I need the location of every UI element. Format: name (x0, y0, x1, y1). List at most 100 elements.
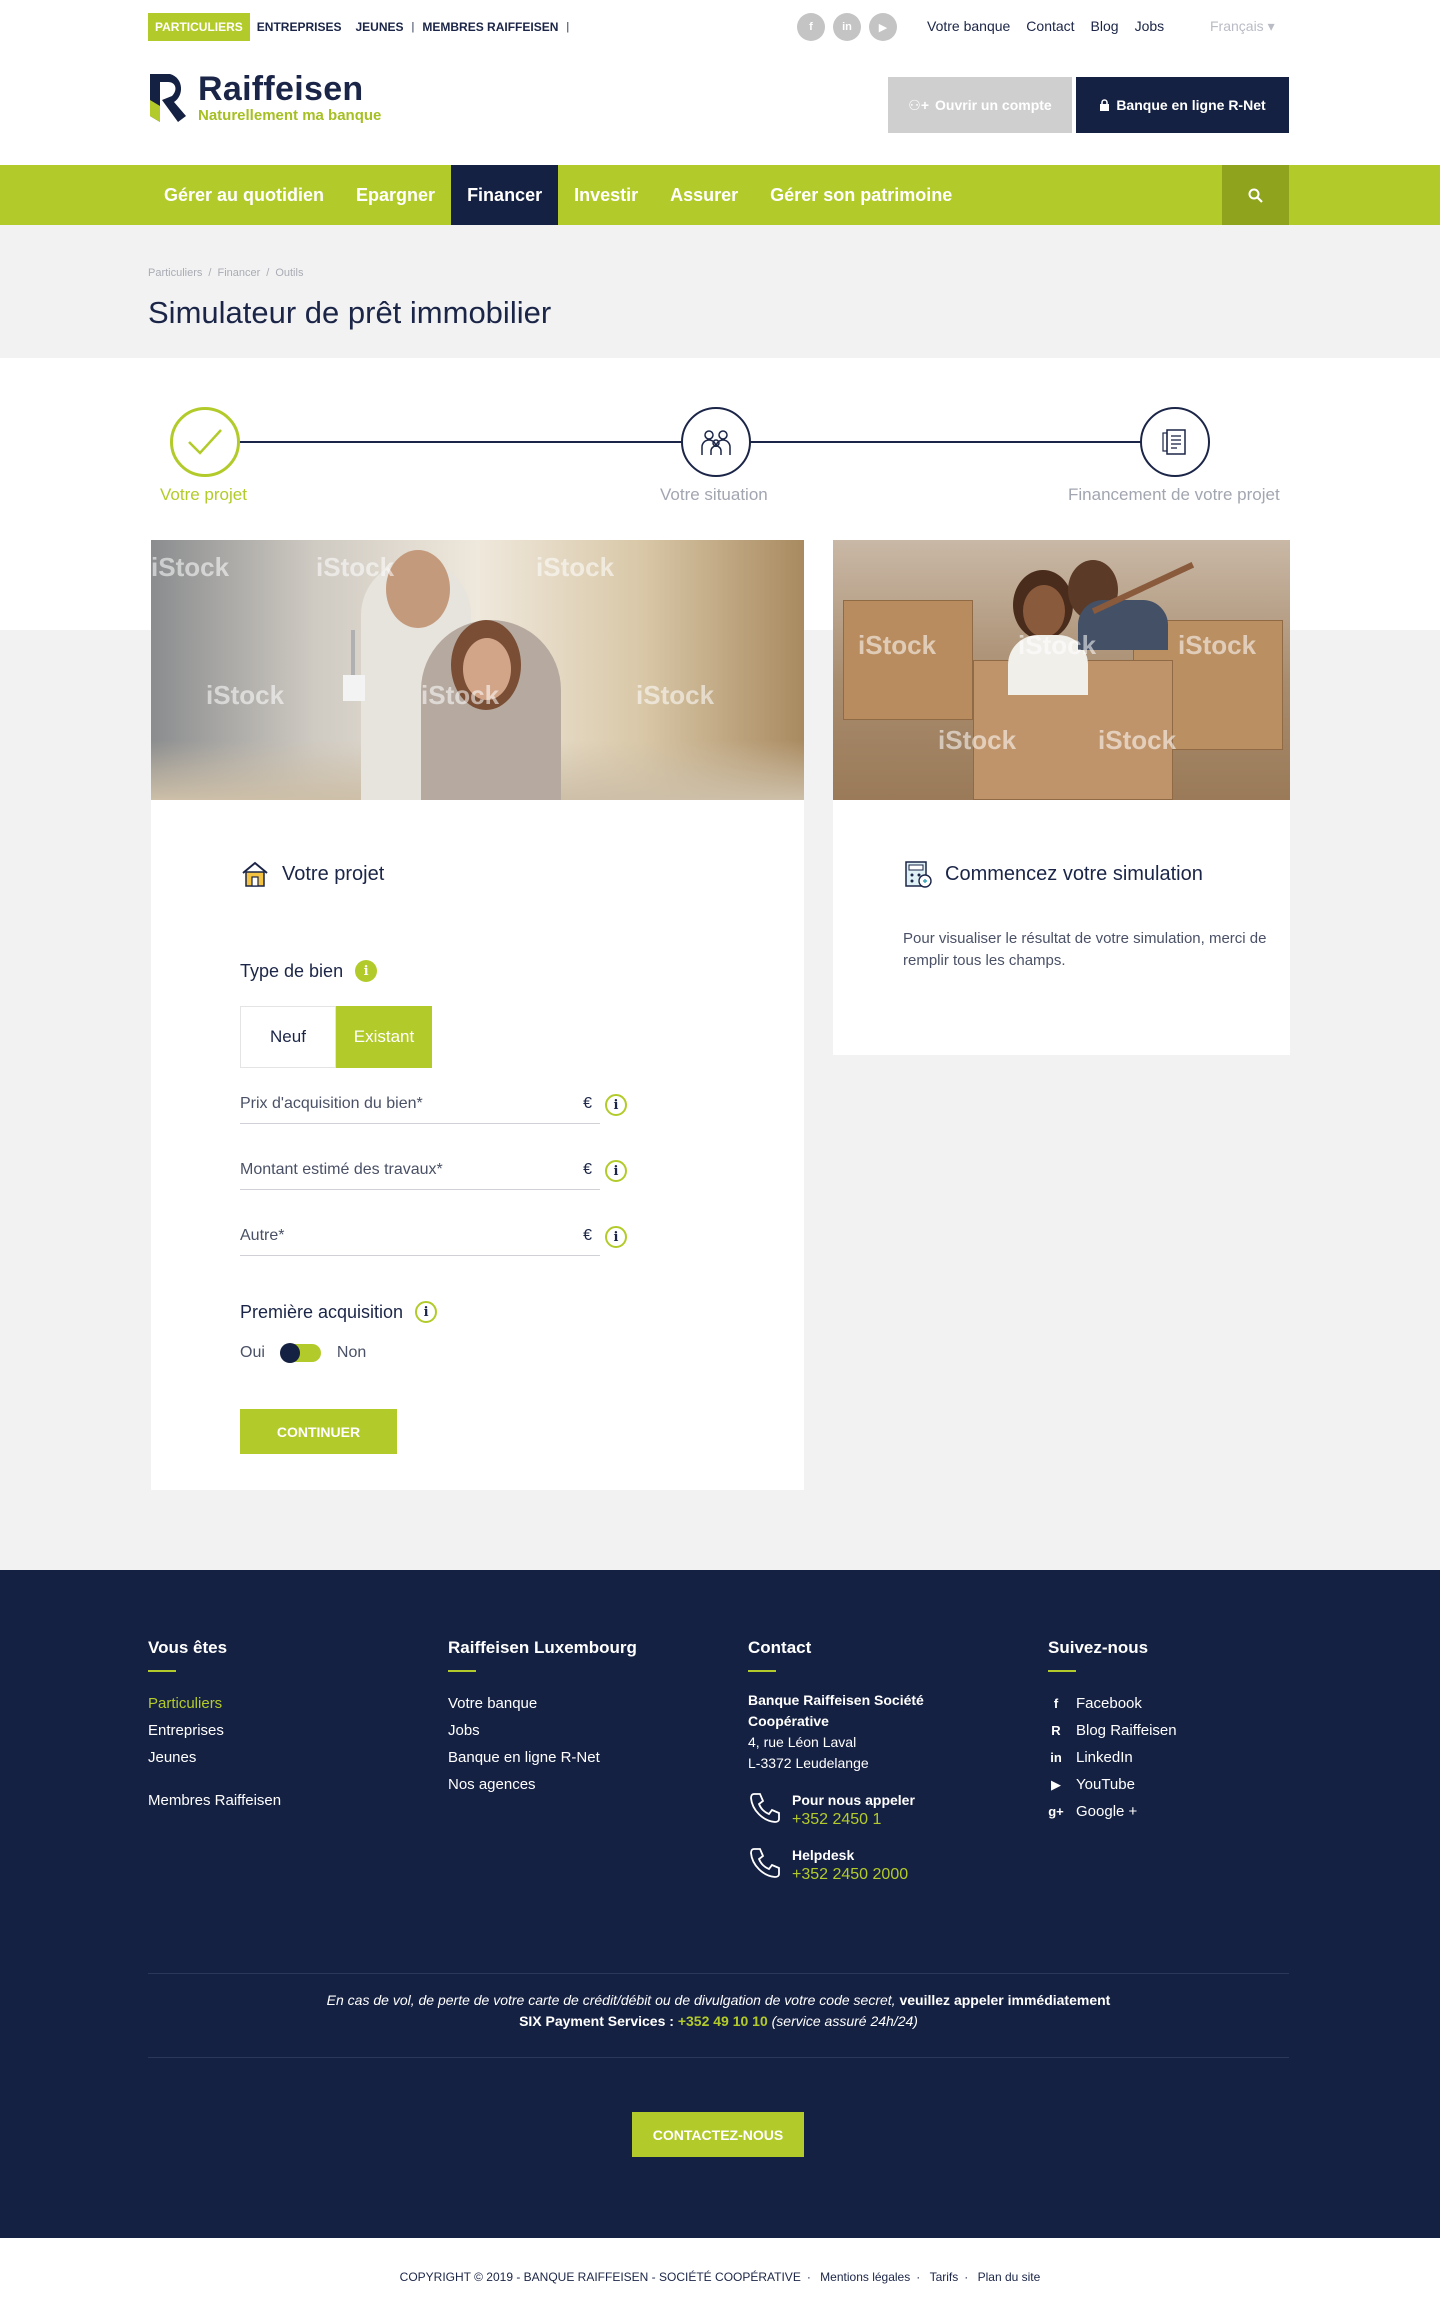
breadcrumb-item[interactable]: Financer (217, 267, 260, 279)
footer-link-agences[interactable]: Nos agences (448, 1771, 637, 1798)
footer-social-label: Facebook (1076, 1695, 1142, 1712)
linkedin-icon[interactable]: in (833, 13, 861, 41)
footer-link-entreprises[interactable]: Entreprises (148, 1717, 281, 1744)
first-acquisition-toggle[interactable] (279, 1343, 321, 1363)
warning-phone[interactable]: +352 49 10 10 (678, 2013, 768, 2029)
top-link-blog[interactable]: Blog (1091, 18, 1119, 34)
check-icon (188, 429, 222, 455)
nav-item-assurer[interactable]: Assurer (654, 165, 754, 225)
step-2-circle[interactable] (681, 407, 751, 477)
brand-logo[interactable]: Raiffeisen Naturellement ma banque (148, 70, 381, 126)
segment-membres[interactable]: MEMBRES RAIFFEISEN (415, 13, 565, 41)
facebook-icon[interactable]: f (797, 13, 825, 41)
calculator-icon (905, 861, 932, 888)
footer-link-rnet[interactable]: Banque en ligne R-Net (448, 1744, 637, 1771)
info-icon[interactable]: i (605, 1094, 627, 1116)
call-contact[interactable]: Pour nous appeler +352 2450 1 (748, 1790, 924, 1829)
footer-divider (148, 2057, 1289, 2058)
works-amount-input[interactable]: Montant estimé des travaux* € (240, 1152, 600, 1190)
footer-link-particuliers[interactable]: Particuliers (148, 1690, 281, 1717)
helpdesk-number[interactable]: +352 2450 2000 (792, 1866, 908, 1884)
footer-link-votre-banque[interactable]: Votre banque (448, 1690, 637, 1717)
search-icon (1248, 188, 1263, 203)
breadcrumb-item[interactable]: Outils (275, 267, 303, 279)
tariffs-link[interactable]: Tarifs (930, 2270, 959, 2284)
nav-item-patrimoine[interactable]: Gérer son patrimoine (754, 165, 968, 225)
euro-unit: € (583, 1161, 592, 1178)
footer-divider (148, 1973, 1289, 1974)
euro-unit: € (583, 1095, 592, 1112)
language-label: Français (1210, 18, 1264, 34)
form-section-title: Votre projet (240, 860, 384, 888)
top-link-votre-banque[interactable]: Votre banque (927, 18, 1010, 34)
nav-item-investir[interactable]: Investir (558, 165, 654, 225)
youtube-icon[interactable]: ▶ (869, 13, 897, 41)
address-line: 4, rue Léon Laval (748, 1734, 857, 1750)
nav-item-financer[interactable]: Financer (451, 165, 559, 225)
step-1-circle[interactable] (170, 407, 240, 477)
brand-tagline: Naturellement ma banque (198, 107, 382, 124)
nav-item-gerer-quotidien[interactable]: Gérer au quotidien (148, 165, 340, 225)
copyright-bar: COPYRIGHT © 2019 - BANQUE RAIFFEISEN - S… (399, 2270, 1041, 2284)
helpdesk-contact[interactable]: Helpdesk +352 2450 2000 (748, 1845, 924, 1884)
acquisition-price-placeholder: Prix d'acquisition du bien* (240, 1095, 423, 1112)
watermark: iStock (858, 630, 937, 660)
contact-us-button[interactable]: CONTACTEZ-NOUS (632, 2112, 804, 2157)
footer-link-youtube[interactable]: ▶ YouTube (1048, 1771, 1177, 1798)
footer-link-facebook[interactable]: f Facebook (1048, 1690, 1177, 1717)
watermark: iStock (421, 680, 500, 710)
first-acquisition-field: Première acquisition i (240, 1301, 438, 1323)
top-link-contact[interactable]: Contact (1026, 18, 1074, 34)
phone-icon (750, 1793, 780, 1823)
breadcrumb-item[interactable]: Particuliers (148, 267, 202, 279)
footer-link-linkedin[interactable]: in LinkedIn (1048, 1744, 1177, 1771)
top-link-jobs[interactable]: Jobs (1135, 18, 1165, 34)
info-icon[interactable]: i (355, 960, 378, 982)
rnet-label: Banque en ligne R-Net (1116, 97, 1266, 113)
footer-link-jobs[interactable]: Jobs (448, 1717, 637, 1744)
footer-col-social: Suivez-nous f Facebook R Blog Raiffeisen… (1048, 1638, 1177, 1825)
call-number[interactable]: +352 2450 1 (792, 1811, 915, 1829)
copyright-text: COPYRIGHT © 2019 - BANQUE RAIFFEISEN - S… (399, 2270, 801, 2284)
footer-link-blog[interactable]: R Blog Raiffeisen (1048, 1717, 1177, 1744)
language-select[interactable]: Français ▾ (1210, 18, 1275, 35)
step-3-circle[interactable] (1140, 407, 1210, 477)
segment-particuliers[interactable]: PARTICULIERS (148, 13, 250, 41)
document-icon (1162, 429, 1186, 455)
footer-link-googleplus[interactable]: g+ Google + (1048, 1798, 1177, 1825)
segment-entreprises[interactable]: ENTREPRISES (250, 13, 349, 41)
couple-keys-photo: iStock iStock iStock iStock iStock iStoc… (151, 540, 804, 800)
footer-link-membres[interactable]: Membres Raiffeisen (148, 1787, 281, 1814)
continue-button[interactable]: CONTINUER (240, 1409, 397, 1454)
simulation-result-card: iStock iStock iStock iStock iStock Comme… (833, 540, 1290, 1055)
youtube-icon: ▶ (1051, 1777, 1061, 1792)
footer-link-jeunes[interactable]: Jeunes (148, 1744, 281, 1771)
warning-text: (service assuré 24h/24) (771, 2013, 918, 2029)
first-acquisition-label: Première acquisition (240, 1301, 404, 1322)
search-button[interactable] (1222, 165, 1289, 225)
footer-col-raiffeisen: Raiffeisen Luxembourg Votre banque Jobs … (448, 1638, 637, 1798)
open-account-button[interactable]: ⚇+ Ouvrir un compte (888, 77, 1072, 133)
segment-jeunes[interactable]: JEUNES (348, 13, 410, 41)
property-type-existant[interactable]: Existant (336, 1006, 432, 1068)
property-type-neuf[interactable]: Neuf (240, 1006, 336, 1068)
info-icon[interactable]: i (605, 1226, 627, 1248)
legal-link[interactable]: Mentions légales (820, 2270, 910, 2284)
family-icon (701, 430, 731, 455)
top-bar: PARTICULIERS ENTREPRISES JEUNES | MEMBRE… (0, 0, 1440, 56)
rnet-login-button[interactable]: Banque en ligne R-Net (1076, 77, 1289, 133)
info-icon[interactable]: i (415, 1301, 438, 1323)
sitemap-link[interactable]: Plan du site (978, 2270, 1041, 2284)
googleplus-icon: g+ (1048, 1804, 1064, 1819)
nav-item-epargner[interactable]: Epargner (340, 165, 451, 225)
info-icon[interactable]: i (605, 1160, 627, 1182)
footer: Vous êtes Particuliers Entreprises Jeune… (0, 1570, 1440, 2238)
brand-name: Raiffeisen (198, 70, 364, 108)
other-input[interactable]: Autre* € (240, 1218, 600, 1256)
acquisition-price-input[interactable]: Prix d'acquisition du bien* € (240, 1086, 600, 1124)
form-section-title-text: Votre projet (282, 862, 385, 885)
footer-social-label: Blog Raiffeisen (1076, 1722, 1177, 1739)
step-3-label: Financement de votre projet (1068, 485, 1280, 504)
step-1-label: Votre projet (160, 485, 247, 504)
chevron-down-icon: ▾ (1267, 18, 1275, 34)
